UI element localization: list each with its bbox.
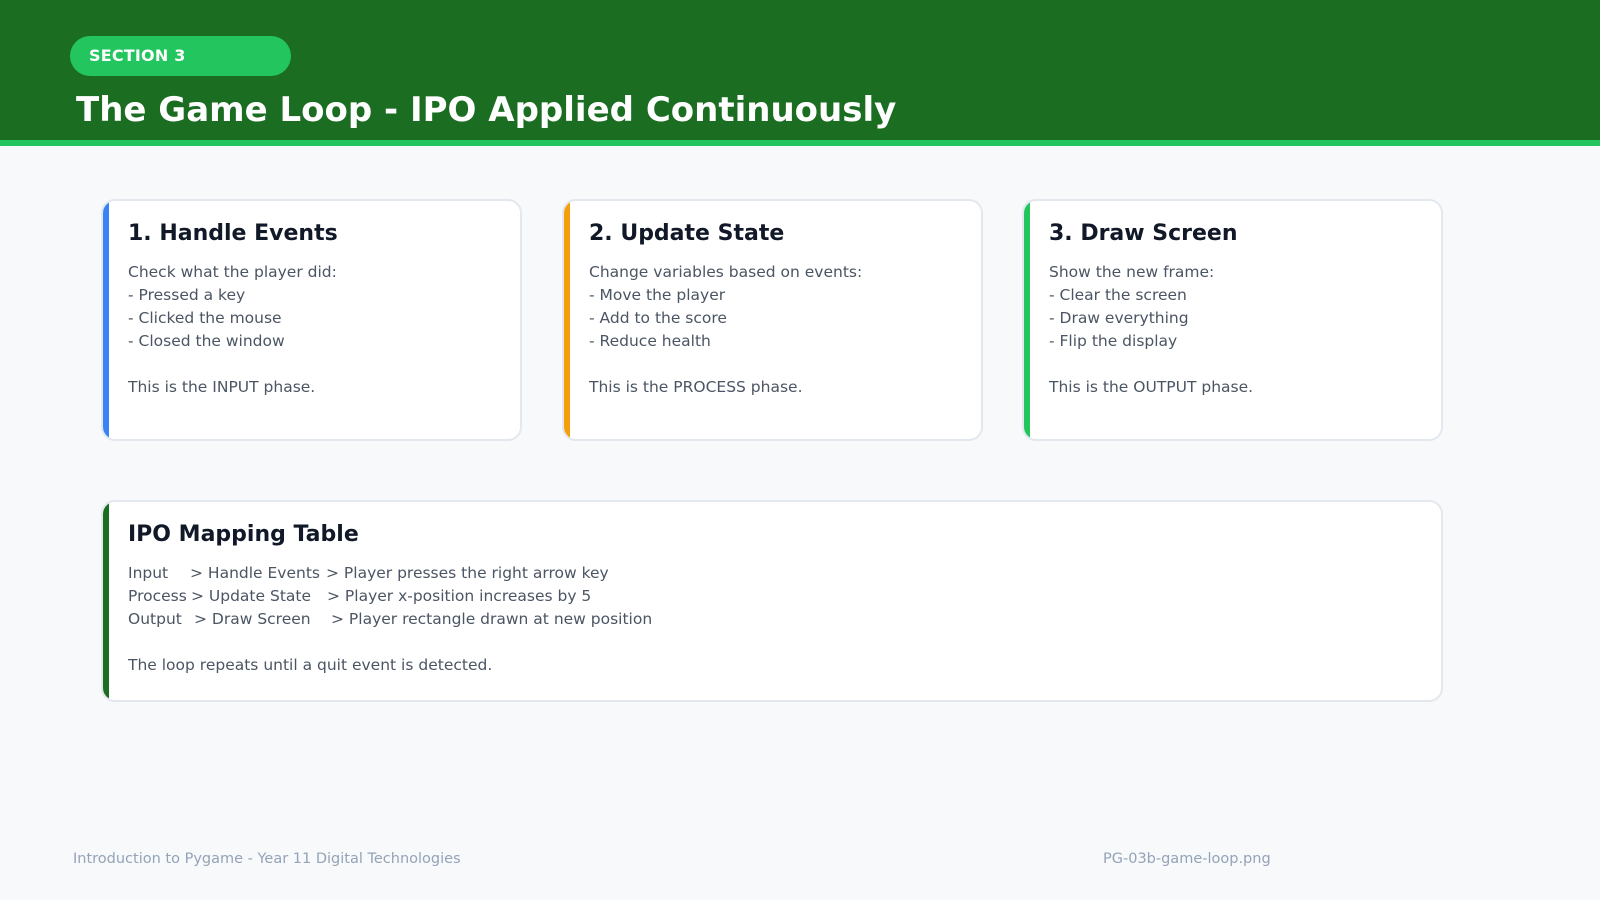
footer-course-label: Introduction to Pygame - Year 11 Digital… bbox=[73, 851, 461, 867]
table-cell-example: > Player x-position increases by 5 bbox=[327, 587, 592, 605]
table-cell-ipo: Output bbox=[128, 610, 182, 628]
table-row: Output > Draw Screen > Player rectangle … bbox=[128, 608, 1328, 631]
page-title: The Game Loop - IPO Applied Continuously bbox=[76, 90, 897, 130]
card-title: 2. Update State bbox=[589, 221, 785, 246]
card-title: IPO Mapping Table bbox=[128, 522, 359, 547]
card-accent-bar bbox=[103, 502, 109, 700]
card-update-state: 2. Update State Change variables based o… bbox=[562, 199, 983, 441]
table-cell-step: > Update State bbox=[191, 587, 312, 605]
card-title: 1. Handle Events bbox=[128, 221, 338, 246]
card-body: Check what the player did: - Pressed a k… bbox=[128, 261, 337, 399]
card-handle-events: 1. Handle Events Check what the player d… bbox=[101, 199, 522, 441]
header-rule bbox=[0, 140, 1600, 146]
table-cell-example: > Player rectangle drawn at new position bbox=[331, 610, 653, 628]
card-accent-bar bbox=[1024, 201, 1030, 439]
card-draw-screen: 3. Draw Screen Show the new frame: - Cle… bbox=[1022, 199, 1443, 441]
list-item: - Clear the screen bbox=[1049, 286, 1187, 304]
list-item: - Pressed a key bbox=[128, 286, 246, 304]
list-item: - Add to the score bbox=[589, 309, 727, 327]
card-intro: Check what the player did: bbox=[128, 263, 337, 281]
card-intro: Change variables based on events: bbox=[589, 263, 863, 281]
list-item: - Closed the window bbox=[128, 332, 285, 350]
table-cell-ipo: Input bbox=[128, 564, 169, 582]
mapping-table: Input > Handle Events > Player presses t… bbox=[128, 562, 1328, 677]
table-cell-example: > Player presses the right arrow key bbox=[326, 564, 609, 582]
list-item: - Reduce health bbox=[589, 332, 711, 350]
table-row: Process > Update State > Player x-positi… bbox=[128, 585, 1328, 608]
card-accent-bar bbox=[564, 201, 570, 439]
list-item: - Flip the display bbox=[1049, 332, 1178, 350]
card-body: Show the new frame: - Clear the screen -… bbox=[1049, 261, 1253, 399]
card-phase-note: This is the OUTPUT phase. bbox=[1049, 378, 1254, 396]
card-intro: Show the new frame: bbox=[1049, 263, 1215, 281]
section-badge: SECTION 3 bbox=[70, 36, 291, 76]
card-ipo-mapping: IPO Mapping Table Input > Handle Events … bbox=[101, 500, 1443, 702]
table-row: Input > Handle Events > Player presses t… bbox=[128, 562, 1328, 585]
card-accent-bar bbox=[103, 201, 109, 439]
footer-filename: PG-03b-game-loop.png bbox=[1103, 851, 1271, 867]
table-cell-step: > Handle Events bbox=[190, 564, 320, 582]
card-phase-note: This is the INPUT phase. bbox=[128, 378, 316, 396]
card-body: Change variables based on events: - Move… bbox=[589, 261, 862, 399]
list-item: - Draw everything bbox=[1049, 309, 1189, 327]
card-phase-note: This is the PROCESS phase. bbox=[589, 378, 803, 396]
table-cell-ipo: Process bbox=[128, 587, 187, 605]
list-item: - Clicked the mouse bbox=[128, 309, 282, 327]
list-item: - Move the player bbox=[589, 286, 726, 304]
card-title: 3. Draw Screen bbox=[1049, 221, 1238, 246]
mapping-note: The loop repeats until a quit event is d… bbox=[128, 656, 493, 674]
table-cell-step: > Draw Screen bbox=[194, 610, 311, 628]
